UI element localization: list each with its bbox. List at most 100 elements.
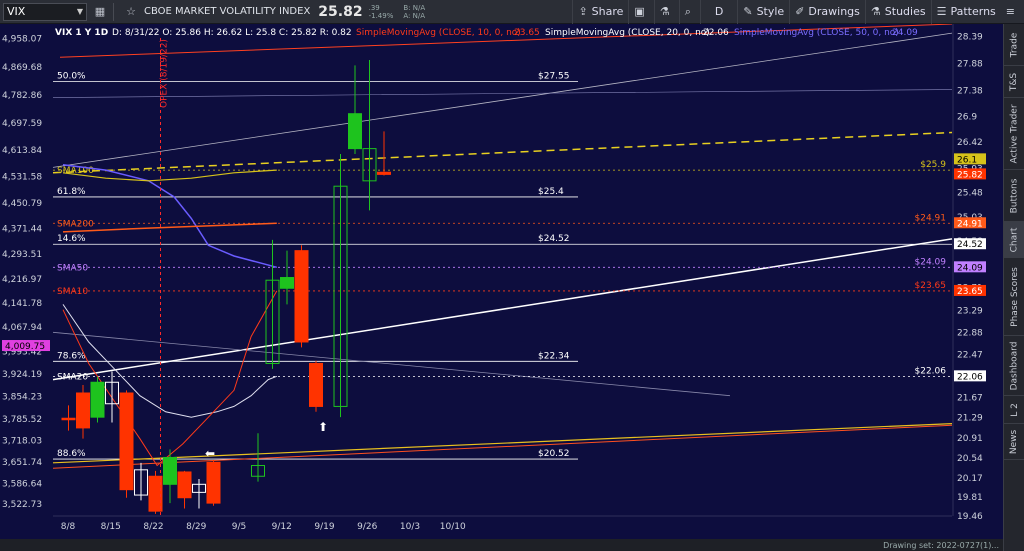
chart-toolbar: VIX ▼ ▦ ☆ CBOE MARKET VOLATILITY INDEX 2… bbox=[0, 0, 1024, 24]
toolbar-divider bbox=[113, 2, 114, 21]
price-axis-label: 22.47 bbox=[957, 350, 983, 360]
candlesticks bbox=[61, 59, 391, 514]
price-axis-label: 26.9 bbox=[957, 112, 977, 122]
studies-button[interactable]: ⚗ Studies bbox=[864, 0, 931, 24]
left-axis-label: 3,586.64 bbox=[2, 479, 42, 489]
left-axis-label: 3,718.03 bbox=[2, 437, 42, 447]
drawing-set-status: Drawing set: 2022-0727(1)... bbox=[883, 540, 999, 550]
time-axis-label: 10/3 bbox=[400, 522, 420, 532]
price-chart[interactable]: 50.0% $27.55 61.8% $25.4 14.6% $24.52 78.6% $22… bbox=[0, 24, 1003, 539]
aggregation-button[interactable]: D bbox=[699, 0, 737, 24]
style-label: Style bbox=[756, 5, 785, 18]
price-axis-label: 27.38 bbox=[957, 87, 983, 97]
search-button[interactable]: ⌕ bbox=[678, 0, 700, 24]
price-tag-label: 24.91 bbox=[957, 219, 983, 229]
tab-trade[interactable]: Trade bbox=[1004, 24, 1024, 66]
sma20-legend: SimpleMovingAvg (CLOSE, 20, 0, no) bbox=[545, 28, 710, 38]
share-button[interactable]: ⇪ Share bbox=[572, 0, 628, 24]
bid-value: B: N/A bbox=[403, 3, 426, 12]
change-value: .39 bbox=[368, 3, 380, 12]
sma50-legend-value: 24.09 bbox=[892, 28, 918, 38]
studies-label: Studies bbox=[884, 5, 926, 18]
tab-level-2[interactable]: L 2 bbox=[1004, 396, 1024, 424]
tab-time-and-sales[interactable]: T&S bbox=[1004, 66, 1024, 98]
sma-name-label: SMA10 bbox=[57, 287, 88, 297]
left-axis-label: 4,141.78 bbox=[2, 299, 42, 309]
price-axis-label: 20.54 bbox=[957, 454, 983, 464]
change-percent: -1.49% bbox=[368, 11, 394, 20]
hamburger-icon: ≡ bbox=[1005, 5, 1015, 18]
time-axis-label: 9/19 bbox=[314, 522, 334, 532]
sma100-line bbox=[62, 169, 277, 182]
symbol-selector[interactable]: VIX ▼ bbox=[3, 2, 87, 21]
symbol-description: CBOE MARKET VOLATILITY INDEX bbox=[144, 6, 311, 17]
left-arrow-annotation: ⬅ bbox=[205, 447, 215, 461]
fib-value-label: $27.55 bbox=[538, 71, 570, 81]
left-axis-label: 4,293.51 bbox=[2, 250, 42, 260]
price-axis-label: 20.17 bbox=[957, 474, 983, 484]
time-axis-label: 9/5 bbox=[232, 522, 246, 532]
price-tag-label: 24.52 bbox=[957, 240, 983, 250]
side-tab-bar: Trade T&S Active Trader Buttons Chart Ph… bbox=[1003, 24, 1024, 551]
fib-value-label: $24.52 bbox=[538, 234, 570, 244]
chevron-down-icon: ▼ bbox=[76, 7, 83, 16]
tab-active-trader[interactable]: Active Trader bbox=[1004, 98, 1024, 170]
grid-icon: ▣ bbox=[634, 5, 645, 18]
grid-layout-button[interactable]: ▣ bbox=[628, 0, 653, 24]
time-axis-label: 10/10 bbox=[440, 522, 466, 532]
opex-label: OPEX (8/19/22) bbox=[160, 39, 170, 108]
tab-chart[interactable]: Chart bbox=[1004, 222, 1024, 258]
up-arrow-annotation: ⬆ bbox=[318, 420, 328, 434]
price-axis-label: 20.91 bbox=[957, 434, 983, 444]
flask-button[interactable]: ⚗ bbox=[653, 0, 679, 24]
drawings-button[interactable]: ✐ Drawings bbox=[789, 0, 865, 24]
aggregation-label: D bbox=[714, 5, 724, 18]
fib-pct-label: 50.0% bbox=[57, 71, 86, 81]
time-axis-label: 8/29 bbox=[186, 522, 206, 532]
left-axis-label: 3,924.19 bbox=[2, 370, 42, 380]
tab-dashboard[interactable]: Dashboard bbox=[1004, 336, 1024, 396]
fib-value-label: $25.4 bbox=[538, 187, 564, 197]
candle-body bbox=[309, 362, 323, 407]
price-tag-label: 26.1 bbox=[957, 155, 977, 165]
chart-header: VIX 1 Y 1D D: 8/31/22 O: 25.86 H: 26.62 … bbox=[55, 28, 918, 38]
price-tag-label: 25.82 bbox=[957, 170, 983, 180]
patterns-icon: ☰ bbox=[936, 5, 947, 18]
left-axis-label: 4,371.44 bbox=[2, 225, 42, 235]
menu-button[interactable]: ≡ bbox=[1001, 0, 1024, 24]
candle-body bbox=[280, 277, 294, 289]
fib-pct-label: 14.6% bbox=[57, 234, 86, 244]
chart-canvas[interactable]: 50.0% $27.55 61.8% $25.4 14.6% $24.52 78.6% $22… bbox=[0, 24, 1003, 539]
price-axis-label: 19.81 bbox=[957, 493, 983, 503]
share-label: Share bbox=[591, 5, 624, 18]
orange-bottom-trendline bbox=[52, 424, 953, 469]
ask-value: A: N/A bbox=[403, 11, 425, 20]
sma-value-label: $23.65 bbox=[915, 281, 947, 291]
time-axis-label: 8/8 bbox=[61, 522, 76, 532]
drawings-label: Drawings bbox=[808, 5, 860, 18]
star-icon[interactable]: ☆ bbox=[122, 3, 140, 21]
trendlines bbox=[52, 24, 953, 469]
chart-symbol-label: VIX 1 Y 1D bbox=[55, 28, 108, 38]
left-axis-marker-label: 4,009.75 bbox=[5, 342, 45, 352]
price-axis-label: 19.46 bbox=[957, 512, 983, 522]
time-axis-label: 8/22 bbox=[143, 522, 163, 532]
style-button[interactable]: ✎ Style bbox=[737, 0, 789, 24]
thinkorswim-chart-window: VIX ▼ ▦ ☆ CBOE MARKET VOLATILITY INDEX 2… bbox=[0, 0, 1024, 551]
left-axis-label: 4,958.07 bbox=[2, 34, 42, 44]
fib-pct-label: 88.6% bbox=[57, 449, 86, 459]
link-icon[interactable]: ▦ bbox=[91, 3, 109, 21]
fib-pct-label: 61.8% bbox=[57, 187, 86, 197]
yellow-bottom-trendline bbox=[52, 423, 953, 464]
tab-buttons[interactable]: Buttons bbox=[1004, 170, 1024, 222]
tab-phase-scores[interactable]: Phase Scores bbox=[1004, 258, 1024, 336]
search-icon: ⌕ bbox=[684, 4, 691, 18]
sma10-line bbox=[62, 290, 278, 467]
left-axis-label: 3,651.74 bbox=[2, 458, 42, 468]
tab-news[interactable]: News bbox=[1004, 424, 1024, 460]
left-axis-label: 4,531.58 bbox=[2, 173, 42, 183]
patterns-button[interactable]: ☰ Patterns bbox=[930, 0, 1001, 24]
left-axis-label: 3,522.73 bbox=[2, 500, 42, 510]
sma-name-label: SMA20 bbox=[57, 372, 88, 382]
sma-value-label: $22.06 bbox=[915, 366, 947, 376]
